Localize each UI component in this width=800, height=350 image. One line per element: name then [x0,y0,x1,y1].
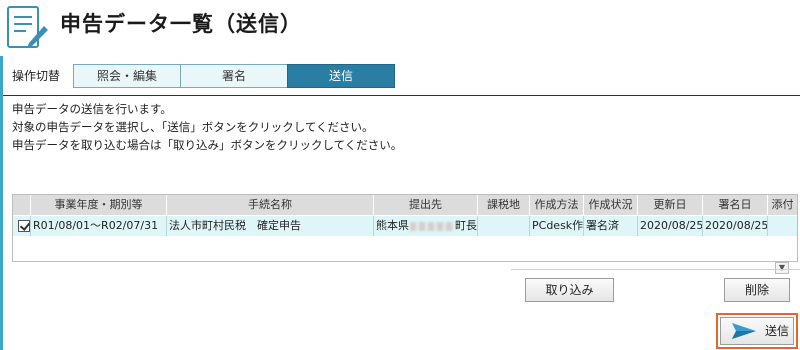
column-header-period[interactable]: 事業年度・期別等 [31,195,167,215]
scroll-down-icon[interactable]: ▼ [775,262,789,274]
cell-status: 署名済 [584,216,638,236]
destination-prefix: 熊本県 [376,219,409,232]
column-header-method[interactable]: 作成方法 [530,195,584,215]
cell-attach [768,216,797,236]
tab-sign[interactable]: 署名 [180,64,288,88]
instruction-line: 対象の申告データを選択し、「送信」ボタンをクリックしてください。 [12,120,374,134]
document-edit-icon [7,6,48,48]
table-row[interactable]: R01/08/01～R02/07/31 法人市町村民税 確定申告 熊本県 町長 P… [13,216,797,236]
cell-updated: 2020/08/25 [638,216,703,236]
panel-divider [511,269,800,270]
declaration-table: 事業年度・期別等 手続名称 提出先 課税地 作成方法 作成状況 更新日 署名日 … [12,194,798,262]
instructions: 申告データの送信を行います。 対象の申告データを選択し、「送信」ボタンをクリック… [12,100,402,154]
column-header-procedure[interactable]: 手続名称 [167,195,374,215]
header: 申告データ一覧（送信） [0,0,800,56]
divider [3,95,800,96]
cell-period: R01/08/01～R02/07/31 [31,216,167,236]
mode-switch-label: 操作切替 [12,69,61,83]
page-title: 申告データ一覧（送信） [60,12,302,36]
column-header-status[interactable]: 作成状況 [584,195,638,215]
mode-tabs: 照会・編集 署名 送信 [73,64,395,88]
instruction-line: 申告データの送信を行います。 [12,102,172,116]
cell-tax-place [478,216,530,236]
column-header-tax-place[interactable]: 課税地 [478,195,530,215]
destination-suffix: 町長 [455,219,477,232]
column-header-destination[interactable]: 提出先 [374,195,478,215]
cell-method: PCdesk作成 [530,216,584,236]
column-header-signed[interactable]: 署名日 [703,195,768,215]
tab-send[interactable]: 送信 [287,64,395,88]
send-button-label: 送信 [765,324,790,338]
row-checkbox[interactable] [18,220,30,232]
instruction-line: 申告データを取り込む場合は「取り込み」ボタンをクリックしてください。 [12,138,403,152]
cell-destination: 熊本県 町長 [374,216,478,236]
delete-button[interactable]: 削除 [724,278,790,302]
send-arrow-icon [732,323,756,339]
column-header-check [13,195,31,215]
column-header-updated[interactable]: 更新日 [638,195,703,215]
row-checkbox-cell[interactable] [13,216,31,236]
tab-view-edit[interactable]: 照会・編集 [73,64,181,88]
send-button[interactable]: 送信 [720,317,794,345]
import-button[interactable]: 取り込み [525,278,614,302]
cell-procedure: 法人市町村民税 確定申告 [167,216,374,236]
redacted-text [410,221,454,231]
column-header-attach[interactable]: 添付 [768,195,797,215]
table-header: 事業年度・期別等 手続名称 提出先 課税地 作成方法 作成状況 更新日 署名日 … [13,195,797,215]
cell-signed: 2020/08/25 [703,216,768,236]
